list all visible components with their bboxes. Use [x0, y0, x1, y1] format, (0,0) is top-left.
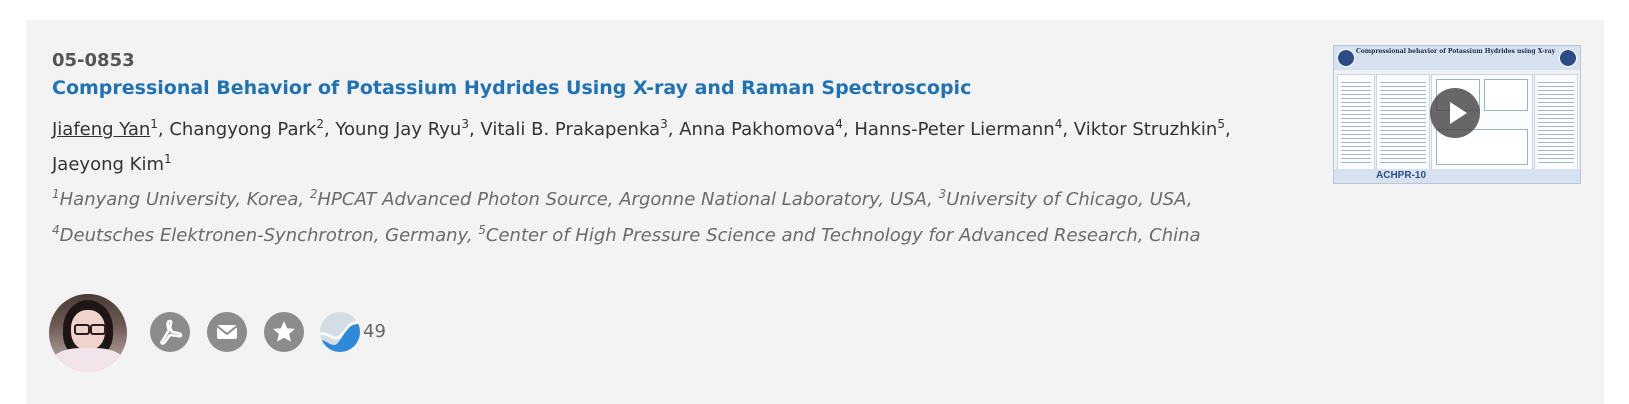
- affiliation-name: Center of High Pressure Science and Tech…: [485, 225, 1201, 246]
- author-name: Hanns-Peter Liermann: [854, 119, 1055, 140]
- email-icon[interactable]: [207, 312, 247, 352]
- author-affiliation-marker: 1: [163, 152, 172, 166]
- poster-column: [1534, 74, 1578, 170]
- metric-count: 49: [363, 321, 386, 342]
- author-name: Jaeyong Kim: [52, 154, 164, 175]
- presenter-author-name[interactable]: Jiafeng Yan: [52, 119, 150, 140]
- affiliation-name: University of Chicago, USA: [946, 189, 1187, 210]
- author-separator: ,: [842, 119, 855, 140]
- affiliation-name: HPCAT Advanced Photon Source, Argonne Na…: [317, 189, 928, 210]
- affiliation-marker: 4: [52, 223, 60, 237]
- abstract-card: 05-0853 Compressional Behavior of Potass…: [26, 20, 1604, 404]
- affiliation-separator: ,: [466, 225, 479, 246]
- affiliation-list: 1Hanyang University, Korea, 2HPCAT Advan…: [52, 182, 1292, 254]
- affiliation-marker: 5: [478, 223, 486, 237]
- play-icon[interactable]: [1430, 88, 1480, 138]
- author-name: Anna Pakhomova: [679, 119, 836, 140]
- affiliation-marker: 1: [52, 187, 60, 201]
- author-separator: ,: [1224, 119, 1231, 140]
- author-name: Young Jay Ryu: [335, 119, 462, 140]
- pdf-icon[interactable]: [150, 312, 190, 352]
- author-affiliation-marker: 3: [461, 117, 469, 131]
- poster-title: Compressional behavior of Potassium Hydr…: [1356, 48, 1556, 55]
- abstract-code: 05-0853: [52, 50, 135, 71]
- author-separator: ,: [667, 119, 680, 140]
- affiliation-separator: ,: [298, 189, 310, 210]
- author-separator: ,: [1062, 119, 1074, 140]
- presenter-avatar[interactable]: [49, 294, 127, 372]
- author-separator: ,: [323, 119, 336, 140]
- author-name: Vitali B. Prakapenka: [480, 119, 661, 140]
- author-affiliation-marker: 3: [660, 117, 668, 131]
- affiliation-name: Deutsches Elektronen-Synchrotron, German…: [59, 225, 467, 246]
- favorite-star-icon[interactable]: [264, 312, 304, 352]
- author-affiliation-marker: 2: [316, 117, 324, 131]
- author-affiliation-marker: 4: [835, 117, 843, 131]
- author-separator: ,: [468, 119, 481, 140]
- abstract-title-link[interactable]: Compressional Behavior of Potassium Hydr…: [52, 77, 971, 99]
- poster-footer-label: ACHPR-10: [1376, 170, 1427, 181]
- poster-column: [1337, 74, 1375, 170]
- author-separator: ,: [157, 119, 170, 140]
- author-affiliation-marker: 1: [150, 117, 158, 131]
- author-affiliation-marker: 5: [1217, 117, 1225, 131]
- poster-logo-right: [1559, 49, 1577, 67]
- affiliation-name: Hanyang University, Korea: [59, 189, 299, 210]
- metrics-wave-icon[interactable]: [320, 312, 360, 352]
- poster-logo-left: [1337, 49, 1355, 67]
- poster-footer: ACHPR-10: [1334, 169, 1580, 183]
- poster-figure: [1484, 79, 1528, 111]
- affiliation-separator: ,: [927, 189, 939, 210]
- author-name: Viktor Struzhkin: [1073, 119, 1218, 140]
- author-name: Changyong Park: [169, 119, 317, 140]
- poster-column: [1376, 74, 1430, 170]
- author-list: Jiafeng Yan1, Changyong Park2, Young Jay…: [52, 112, 1292, 182]
- affiliation-separator: ,: [1186, 189, 1193, 210]
- poster-thumbnail[interactable]: Compressional behavior of Potassium Hydr…: [1333, 45, 1581, 184]
